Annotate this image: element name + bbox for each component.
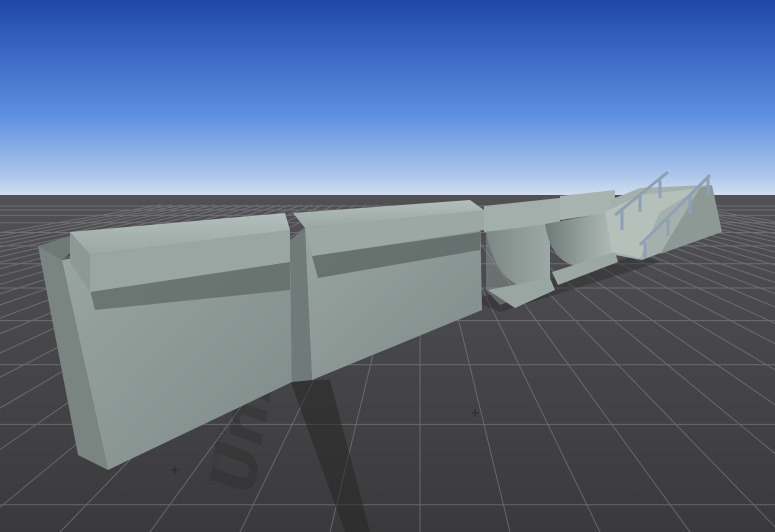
- sky: [0, 0, 775, 205]
- quarter-pipe-segment-1[interactable]: [484, 198, 560, 308]
- svg-text:+: +: [170, 463, 180, 477]
- scene-canvas: Unity Powered by: [0, 0, 775, 532]
- svg-text:+: +: [470, 406, 480, 420]
- 3d-scene-viewport[interactable]: Unity Powered by: [0, 0, 775, 532]
